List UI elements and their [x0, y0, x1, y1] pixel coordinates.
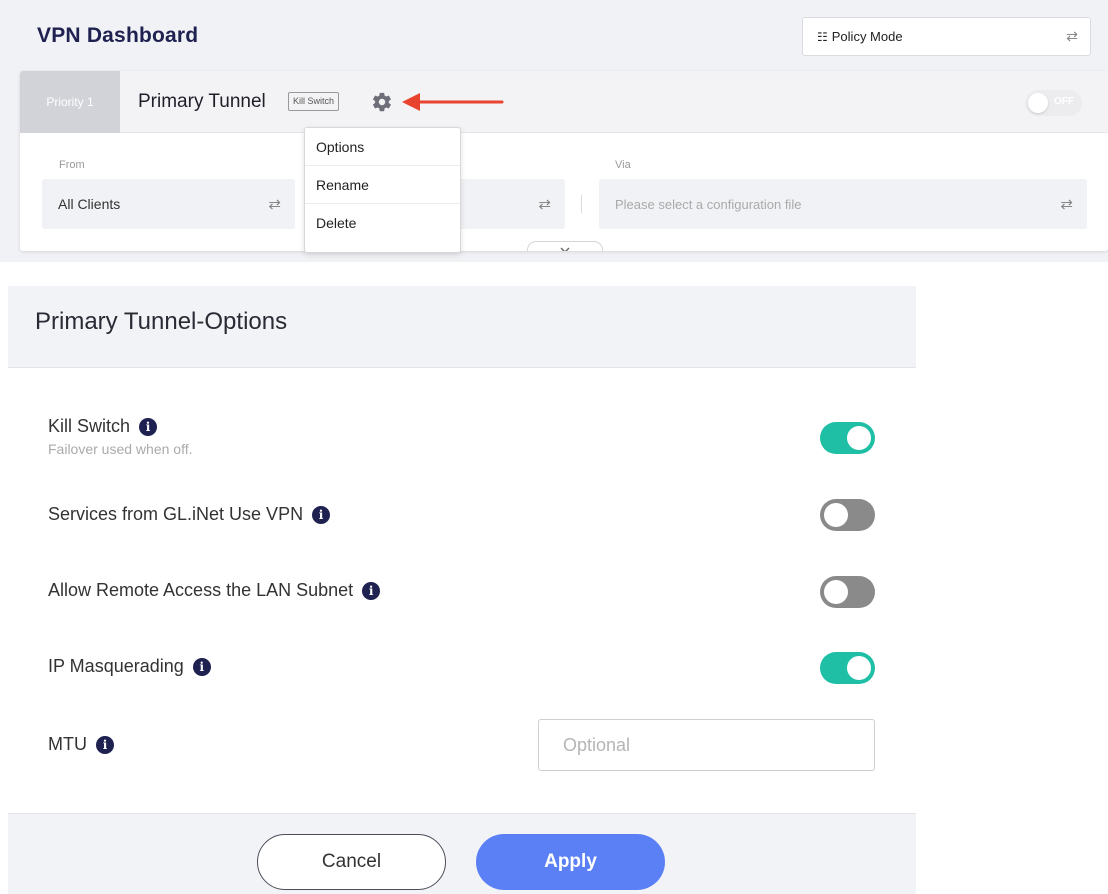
- info-icon[interactable]: i: [192, 657, 211, 676]
- to-select[interactable]: ⇄: [455, 179, 565, 229]
- remote-access-toggle[interactable]: [820, 576, 875, 608]
- gear-icon[interactable]: [371, 91, 393, 113]
- ip-masquerading-label: IP Masquerading i: [48, 656, 211, 677]
- swap-icon: ⇄: [1060, 196, 1073, 213]
- toggle-knob: [847, 656, 871, 680]
- vpn-dashboard-panel: VPN Dashboard ☷ Policy Mode ⇄ Priority 1…: [0, 0, 1108, 262]
- menu-item-delete[interactable]: Delete: [305, 204, 460, 242]
- swap-icon: ⇄: [1066, 28, 1078, 44]
- info-icon[interactable]: i: [96, 735, 114, 754]
- toggle-state-label: OFF: [1054, 96, 1074, 107]
- toggle-knob: [824, 580, 848, 604]
- menu-item-options[interactable]: Options: [305, 128, 460, 166]
- info-icon[interactable]: i: [139, 417, 158, 436]
- options-header: Primary Tunnel-Options: [8, 286, 916, 368]
- priority-tag: Priority 1: [20, 71, 120, 133]
- info-icon[interactable]: i: [362, 581, 381, 600]
- options-footer: Cancel Apply: [8, 813, 916, 894]
- kill-switch-toggle[interactable]: [820, 422, 875, 454]
- annotation-arrow: [402, 93, 504, 111]
- info-icon[interactable]: i: [312, 505, 331, 524]
- from-value: All Clients: [58, 196, 121, 212]
- kill-switch-label: Kill Switch i: [48, 416, 158, 437]
- via-label: Via: [615, 159, 631, 171]
- tunnel-card: Priority 1 Primary Tunnel Kill Switch OF…: [20, 71, 1108, 251]
- swap-icon: ⇄: [538, 196, 551, 213]
- via-placeholder: Please select a configuration file: [615, 196, 802, 212]
- toggle-knob: [824, 503, 848, 527]
- mtu-input[interactable]: [538, 719, 875, 771]
- apply-button[interactable]: Apply: [476, 834, 665, 890]
- services-vpn-label: Services from GL.iNet Use VPN i: [48, 504, 331, 525]
- swap-icon: ⇄: [268, 196, 281, 213]
- tunnel-context-menu: Options Rename Delete: [304, 127, 461, 253]
- policy-mode-value: Policy Mode: [831, 29, 903, 44]
- tunnel-name: Primary Tunnel: [138, 91, 266, 112]
- remote-access-text: Allow Remote Access the LAN Subnet: [48, 580, 354, 600]
- mtu-label: MTU i: [48, 734, 114, 755]
- expand-button[interactable]: [527, 241, 603, 251]
- from-label: From: [59, 159, 85, 171]
- kill-switch-text: Kill Switch: [48, 416, 131, 436]
- kill-switch-badge: Kill Switch: [288, 92, 340, 111]
- sitemap-icon: ☷: [817, 29, 828, 44]
- kill-switch-subtitle: Failover used when off.: [48, 441, 193, 457]
- from-select[interactable]: All Clients ⇄: [42, 179, 295, 229]
- ip-masquerading-text: IP Masquerading: [48, 656, 184, 676]
- toggle-knob: [1028, 93, 1048, 113]
- tunnel-card-header: Priority 1 Primary Tunnel Kill Switch OF…: [20, 71, 1108, 133]
- via-config-select[interactable]: Please select a configuration file ⇄: [599, 179, 1087, 229]
- services-vpn-text: Services from GL.iNet Use VPN: [48, 504, 304, 524]
- divider: [581, 195, 582, 213]
- mtu-text: MTU: [48, 734, 87, 754]
- services-vpn-toggle[interactable]: [820, 499, 875, 531]
- menu-item-rename[interactable]: Rename: [305, 166, 460, 204]
- tunnel-enable-toggle[interactable]: OFF: [1025, 90, 1082, 116]
- toggle-knob: [847, 426, 871, 450]
- chevron-down-icon: [560, 247, 570, 251]
- page-title: VPN Dashboard: [37, 24, 199, 47]
- options-title: Primary Tunnel-Options: [35, 308, 288, 335]
- cancel-button[interactable]: Cancel: [257, 834, 446, 890]
- remote-access-label: Allow Remote Access the LAN Subnet i: [48, 580, 381, 601]
- ip-masquerading-toggle[interactable]: [820, 652, 875, 684]
- policy-mode-select[interactable]: ☷ Policy Mode ⇄: [802, 17, 1091, 56]
